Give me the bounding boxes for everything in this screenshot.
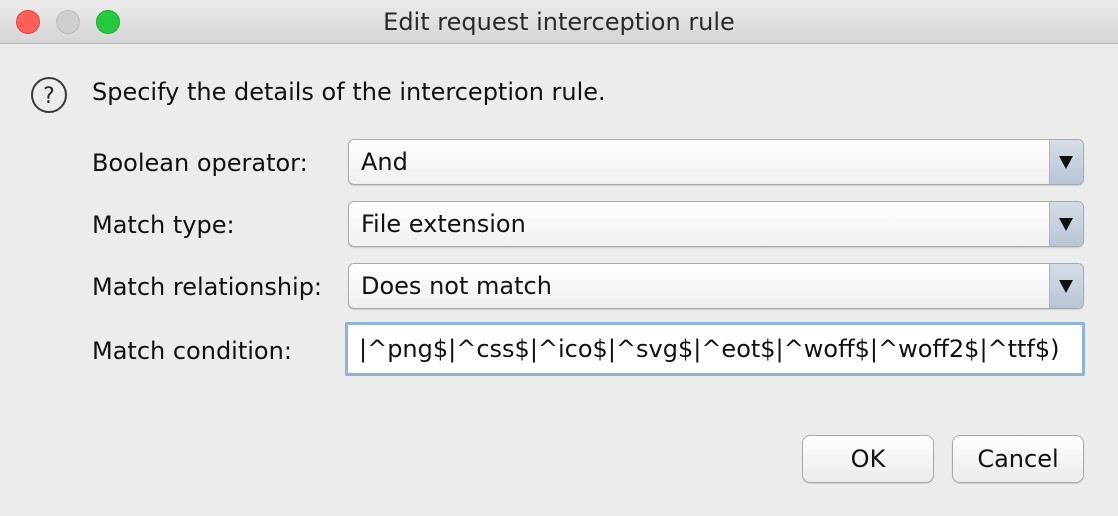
- match-relationship-select[interactable]: Does not match: [348, 263, 1084, 309]
- chevron-down-icon: [1059, 218, 1073, 231]
- question-icon: ?: [31, 77, 67, 113]
- match-type-value: File extension: [361, 210, 526, 238]
- match-relationship-label: Match relationship:: [92, 273, 323, 301]
- chevron-down-icon: [1059, 280, 1073, 293]
- window-title: Edit request interception rule: [383, 8, 735, 36]
- boolean-operator-label: Boolean operator:: [92, 149, 308, 177]
- title-bar: Edit request interception rule: [0, 0, 1118, 44]
- match-type-dropdown-button[interactable]: [1049, 202, 1083, 246]
- match-relationship-dropdown-button[interactable]: [1049, 264, 1083, 308]
- boolean-operator-value: And: [361, 148, 408, 176]
- match-relationship-value: Does not match: [361, 272, 552, 300]
- boolean-operator-dropdown-button[interactable]: [1049, 140, 1083, 184]
- dialog-intro-text: Specify the details of the interception …: [92, 78, 606, 106]
- cancel-button[interactable]: Cancel: [952, 435, 1084, 483]
- match-type-label: Match type:: [92, 211, 235, 239]
- match-condition-input[interactable]: |^png$|^css$|^ico$|^svg$|^eot$|^woff$|^w…: [345, 322, 1085, 376]
- chevron-down-icon: [1059, 156, 1073, 169]
- match-type-select[interactable]: File extension: [348, 201, 1084, 247]
- svg-text:?: ?: [43, 84, 55, 109]
- dialog-window: Edit request interception rule ? Specify…: [0, 0, 1118, 516]
- ok-button[interactable]: OK: [802, 435, 934, 483]
- match-condition-label: Match condition:: [92, 337, 292, 365]
- boolean-operator-select[interactable]: And: [348, 139, 1084, 185]
